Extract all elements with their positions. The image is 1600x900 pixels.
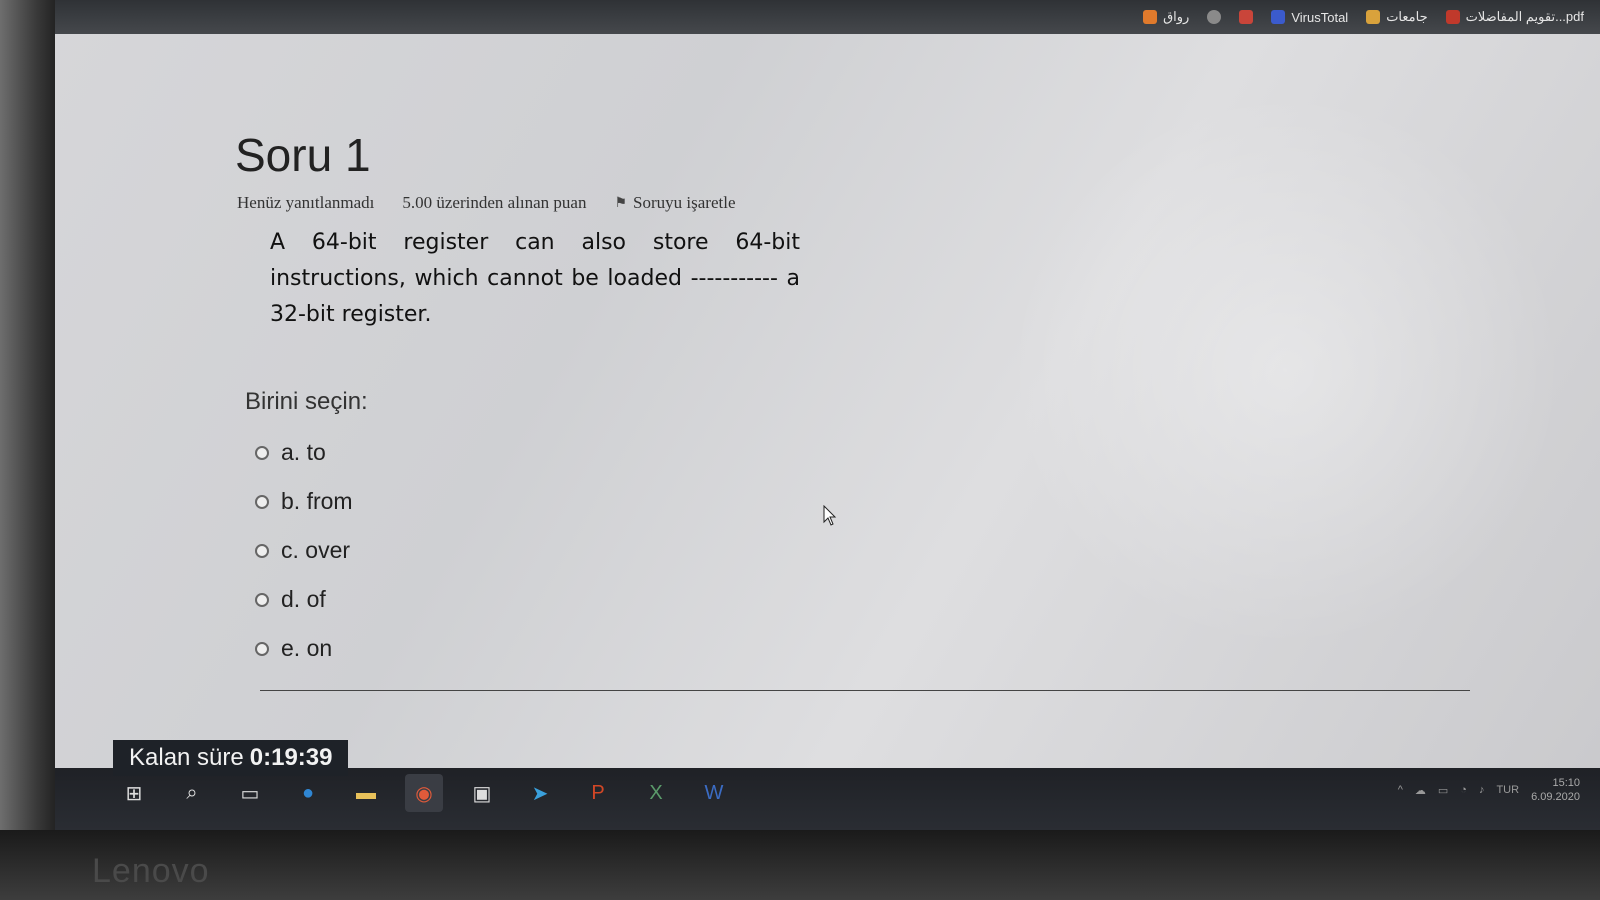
virustotal-icon [1271,10,1286,24]
option-c[interactable]: c. over [255,526,353,575]
clock-date: 6.09.2020 [1531,791,1580,803]
flag-icon: ⚑ [614,195,628,211]
radio-button[interactable] [255,592,269,607]
bookmark-label: VirusTotal [1291,9,1349,25]
clock[interactable]: 15:10 6.09.2020 [1531,776,1580,804]
volume-icon[interactable]: ♪ [1479,784,1485,796]
screen: رواق VirusTotal جامعات تقويم المفاضلات..… [55,0,1600,830]
bookmark-universities[interactable]: جامعات [1366,9,1428,25]
mouse-cursor-icon [823,505,837,526]
store-icon[interactable]: ▣ [463,774,501,812]
excel-icon[interactable]: X [637,774,675,812]
taskbar-apps: ⊞ ⌕ ▭ ● ▬ ◉ ▣ ➤ P X W [115,774,733,812]
option-label: b. from [281,488,353,514]
radio-button[interactable] [255,445,269,460]
flag-question-link[interactable]: ⚑ Soruyu işaretle [614,193,735,213]
option-label: e. on [281,635,333,661]
bookmark-label: جامعات [1386,9,1428,24]
question-points: 5.00 üzerinden alınan puan [402,193,587,212]
timer-value: 0:19:39 [249,744,333,771]
battery-icon[interactable]: ▭ [1438,784,1448,797]
windows-start-icon[interactable]: ⊞ [115,774,153,812]
option-a[interactable]: a. to [255,428,353,477]
edge-icon[interactable]: ● [289,774,327,812]
option-label: c. over [281,537,351,563]
time-remaining-block: Kalan süre 0:19:39 [113,740,349,776]
flag-question-label: Soruyu işaretle [633,193,736,212]
answer-prompt: Birini seçin: [245,388,368,415]
laptop-brand-logo: Lenovo [92,852,210,890]
cloud-icon[interactable]: ☁ [1415,784,1426,797]
question-status: Henüz yanıtlanmadı [237,193,375,212]
file-explorer-icon[interactable]: ▬ [347,774,385,812]
radio-button[interactable] [255,494,269,509]
bookmark-label: رواق [1163,9,1190,24]
divider [260,690,1470,691]
bookmark-pdf[interactable]: تقويم المفاضلات...pdf [1445,9,1584,25]
option-label: d. of [281,586,326,612]
radio-button[interactable] [255,543,269,558]
pdf-icon [1445,10,1460,24]
taskbar: ⊞ ⌕ ▭ ● ▬ ◉ ▣ ➤ P X W ^ ☁ ▭ ◔ ♪ TUR 15:1… [55,768,1600,830]
chrome-icon[interactable]: ◉ [405,774,443,812]
bookmark-label: تقويم المفاضلات...pdf [1465,9,1584,24]
bookmark-virustotal[interactable]: VirusTotal [1271,10,1348,25]
screen-glare [1005,90,1565,650]
option-label: a. to [281,439,326,465]
option-d[interactable]: d. of [255,575,353,624]
bookmarks-bar: رواق VirusTotal جامعات تقويم المفاضلات..… [55,0,1600,34]
word-icon[interactable]: W [695,774,733,812]
bookmark-globe[interactable] [1207,10,1222,24]
question-text: A 64-bit register can also store 64-bit … [270,230,800,327]
option-b[interactable]: b. from [255,477,353,526]
system-tray: ^ ☁ ▭ ◔ ♪ TUR 15:10 6.09.2020 [1398,776,1580,804]
laptop-bezel-bottom [0,830,1600,900]
option-e[interactable]: e. on [255,624,353,673]
chevron-up-icon[interactable]: ^ [1398,784,1403,796]
telegram-icon[interactable]: ➤ [521,774,559,812]
bookmark-mail[interactable] [1239,10,1254,24]
bookmark-rawaq[interactable]: رواق [1143,9,1189,25]
timer-label: Kalan süre [129,744,244,771]
mail-icon [1239,10,1254,24]
folder-icon [1366,10,1381,24]
question-title: Soru 1 [235,129,371,181]
search-icon[interactable]: ⌕ [173,774,211,812]
clock-time: 15:10 [1552,777,1580,789]
language-indicator[interactable]: TUR [1496,784,1519,796]
answer-options: a. to b. from c. over d. of e. on [255,428,353,673]
radio-button[interactable] [255,641,269,656]
question-info: Henüz yanıtlanmadı 5.00 üzerinden alınan… [237,193,736,213]
bookmark-icon [1143,10,1158,24]
network-icon[interactable]: ◔ [1460,784,1467,796]
powerpoint-icon[interactable]: P [579,774,617,812]
laptop-bezel-left [0,0,60,900]
task-view-icon[interactable]: ▭ [231,774,269,812]
globe-icon [1207,10,1222,24]
